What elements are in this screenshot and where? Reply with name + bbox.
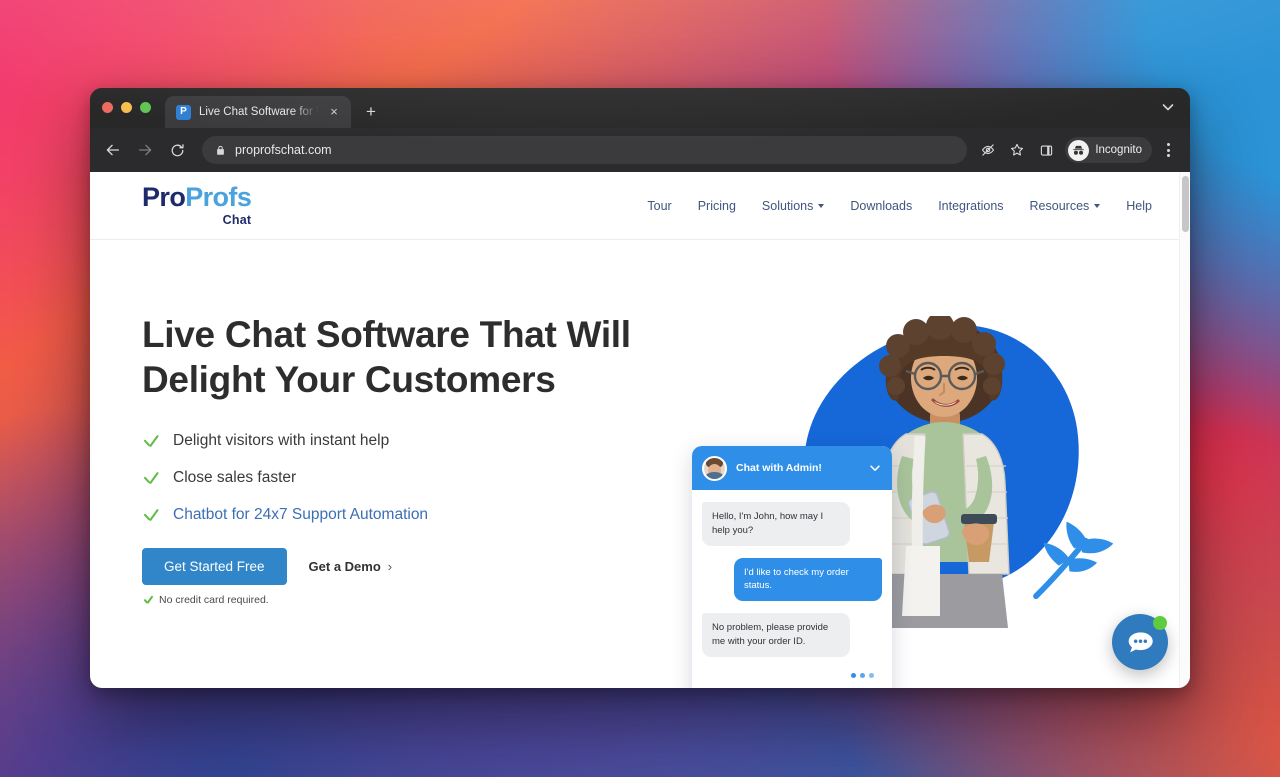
hero-benefit-list: Delight visitors with instant help Close… (142, 432, 702, 524)
eye-slash-icon[interactable] (975, 137, 1001, 163)
logo-wordmark: ProProfs (142, 182, 252, 213)
benefit-label: Delight visitors with instant help (173, 432, 390, 450)
address-bar[interactable]: proprofschat.com (202, 136, 968, 164)
forward-arrow-icon[interactable] (130, 135, 160, 165)
nav-label: Integrations (938, 198, 1004, 213)
benefit-link[interactable]: Chatbot for 24x7 Support Automation (173, 506, 428, 524)
benefit-label: Close sales faster (173, 469, 297, 487)
logo-part-profs: Profs (185, 182, 252, 213)
browser-tab-strip: P Live Chat Software for Website × + (90, 88, 1190, 128)
reload-icon[interactable] (162, 135, 192, 165)
tab-favicon-icon: P (176, 104, 191, 120)
kebab-menu-icon[interactable] (1156, 137, 1180, 163)
close-window-button[interactable] (102, 101, 113, 113)
list-item: Close sales faster (142, 469, 702, 487)
browser-tab[interactable]: P Live Chat Software for Website × (165, 96, 351, 128)
chat-message-user: I'd like to check my order status. (734, 557, 882, 602)
nav-label: Pricing (697, 198, 736, 213)
browser-window: P Live Chat Software for Website × + (90, 88, 1190, 688)
zoom-window-button[interactable] (140, 101, 151, 113)
list-item: Delight visitors with instant help (142, 432, 702, 450)
list-item[interactable]: Chatbot for 24x7 Support Automation (142, 506, 702, 524)
window-traffic-lights (102, 88, 151, 128)
new-tab-button[interactable]: + (357, 98, 385, 126)
chat-widget-mock: Chat with Admin! Hello, I'm John, how ma… (692, 446, 892, 688)
nav-label: Resources (1029, 198, 1090, 213)
tab-search-chevron-down-icon[interactable] (1160, 99, 1176, 115)
address-bar-url: proprofschat.com (235, 143, 332, 157)
no-credit-card-note: No credit card required. (142, 594, 702, 606)
nav-label: Solutions (761, 198, 814, 213)
scrollbar-thumb[interactable] (1182, 176, 1189, 232)
nav-label: Help (1126, 198, 1152, 213)
get-a-demo-label: Get a Demo (308, 559, 381, 575)
check-icon (142, 507, 159, 524)
page-viewport: ProProfs Chat Tour Pricing Solutions Dow… (90, 172, 1190, 688)
chat-widget-header[interactable]: Chat with Admin! (692, 446, 892, 490)
check-icon (142, 433, 159, 450)
headline-line-2: Delight Your Customers (142, 359, 556, 401)
nav-label: Downloads (850, 198, 913, 213)
headline-line-1: Live Chat Software That Will (142, 314, 631, 355)
chat-message-agent: Hello, I'm John, how may I help you? (702, 502, 850, 546)
hero-copy: Live Chat Software That Will Delight You… (142, 312, 702, 606)
chat-message-list: Hello, I'm John, how may I help you? I'd… (692, 490, 892, 688)
back-arrow-icon[interactable] (98, 135, 128, 165)
chat-message-agent: No problem, please provide me with your … (702, 613, 850, 657)
nav-item-help[interactable]: Help (1126, 199, 1152, 213)
desktop-wallpaper: P Live Chat Software for Website × + (0, 0, 1280, 777)
get-started-free-button[interactable]: Get Started Free (142, 548, 287, 586)
toolbar-actions (975, 137, 1059, 163)
nav-label: Tour (647, 198, 672, 213)
nav-item-resources[interactable]: Resources (1030, 199, 1101, 213)
chat-widget-title: Chat with Admin! (736, 462, 822, 474)
chevron-down-icon (818, 203, 825, 208)
site-header: ProProfs Chat Tour Pricing Solutions Dow… (90, 172, 1190, 240)
nav-item-pricing[interactable]: Pricing (698, 199, 736, 213)
browser-toolbar: proprofschat.com Incognito (90, 128, 1190, 172)
lock-icon (215, 145, 226, 156)
typing-indicator (702, 672, 874, 678)
hero-cta-row: Get Started Free Get a Demo › (142, 548, 702, 586)
logo-part-pro: Pro (142, 182, 186, 213)
site-nav: Tour Pricing Solutions Downloads Integra… (647, 199, 1152, 213)
check-icon (142, 595, 153, 606)
nav-item-downloads[interactable]: Downloads (850, 199, 912, 213)
tab-title: Live Chat Software for Website (199, 106, 319, 118)
chevron-down-icon[interactable] (868, 461, 882, 475)
close-tab-icon[interactable]: × (327, 105, 341, 119)
side-panel-icon[interactable] (1033, 137, 1059, 163)
site-logo[interactable]: ProProfs Chat (142, 182, 252, 228)
nav-item-solutions[interactable]: Solutions (761, 198, 825, 213)
profile-label: Incognito (1095, 144, 1142, 156)
page-scrollbar[interactable] (1179, 172, 1190, 688)
profile-incognito-pill[interactable]: Incognito (1065, 137, 1152, 163)
logo-subtitle: Chat (222, 213, 252, 228)
nav-item-integrations[interactable]: Integrations (938, 199, 1003, 213)
chevron-right-icon: › (387, 559, 393, 575)
chat-bubble-icon (1128, 631, 1153, 652)
live-chat-launcher-button[interactable] (1112, 614, 1168, 670)
chevron-down-icon (1094, 203, 1101, 208)
minimize-window-button[interactable] (121, 101, 132, 113)
hero-section: Live Chat Software That Will Delight You… (90, 240, 1190, 688)
star-icon[interactable] (1004, 137, 1030, 163)
incognito-avatar-icon (1068, 139, 1090, 161)
check-icon (142, 470, 159, 487)
no-credit-card-label: No credit card required. (159, 594, 269, 607)
nav-item-tour[interactable]: Tour (647, 199, 671, 213)
get-a-demo-link[interactable]: Get a Demo › (309, 559, 393, 574)
online-status-badge (1153, 616, 1167, 630)
avatar (702, 455, 727, 481)
page-title: Live Chat Software That Will Delight You… (142, 312, 702, 402)
